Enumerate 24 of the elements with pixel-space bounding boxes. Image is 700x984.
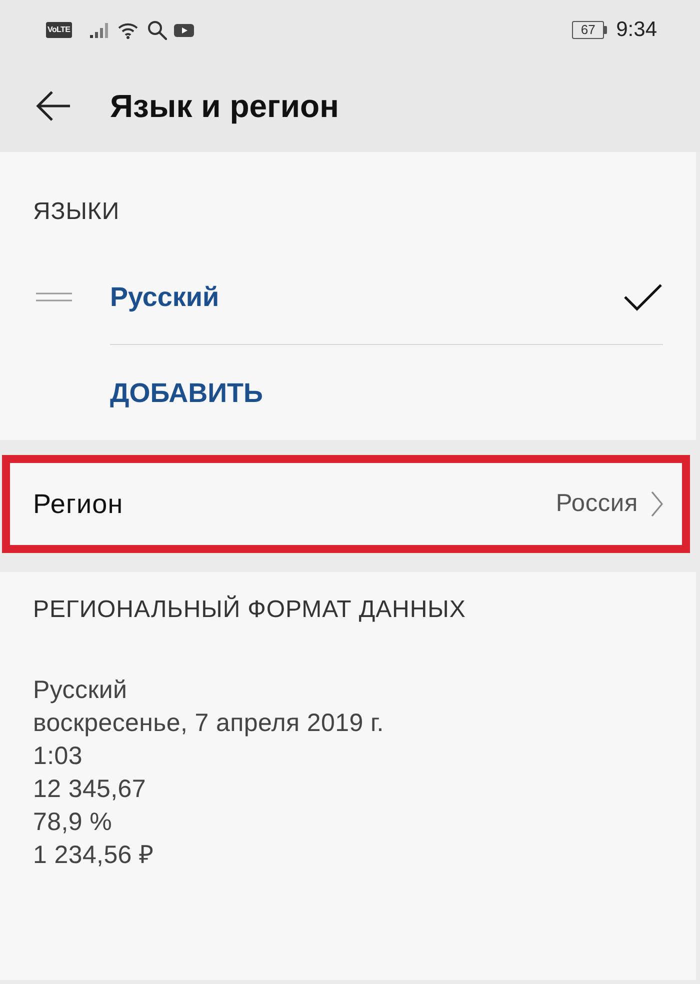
chevron-right-icon	[651, 491, 663, 517]
signal-icon	[90, 22, 108, 38]
play-icon	[174, 24, 194, 36]
drag-handle-icon	[36, 292, 72, 302]
format-example: Русский	[33, 675, 128, 706]
wifi-icon	[116, 21, 139, 39]
region-label: Регион	[33, 488, 124, 521]
format-example: 78,9 %	[33, 807, 114, 838]
format-example: воскресенье, 7 апреля 2019 г.	[33, 708, 385, 739]
language-name[interactable]: Русский	[110, 280, 220, 314]
battery-indicator: 67	[572, 21, 608, 39]
format-example: 12 345,67	[33, 774, 148, 805]
section-heading: РЕГИОНАЛЬНЫЙ ФОРМАТ ДАННЫХ	[32, 594, 467, 625]
region-value: Россия	[556, 489, 638, 519]
network-type-indicator: VoLTE	[46, 22, 72, 38]
add-language-button[interactable]: ДОБАВИТЬ	[110, 376, 263, 410]
format-example: 1 234,56 ₽	[33, 840, 156, 871]
status-time: 9:34	[616, 18, 657, 42]
page-title: Язык и регион	[110, 87, 339, 126]
search-icon	[146, 20, 167, 40]
back-button[interactable]	[35, 90, 71, 122]
section-heading: ЯЗЫКИ	[32, 197, 121, 227]
region-row[interactable]: Регион Россия	[2, 455, 690, 553]
format-example: 1:03	[33, 741, 84, 772]
